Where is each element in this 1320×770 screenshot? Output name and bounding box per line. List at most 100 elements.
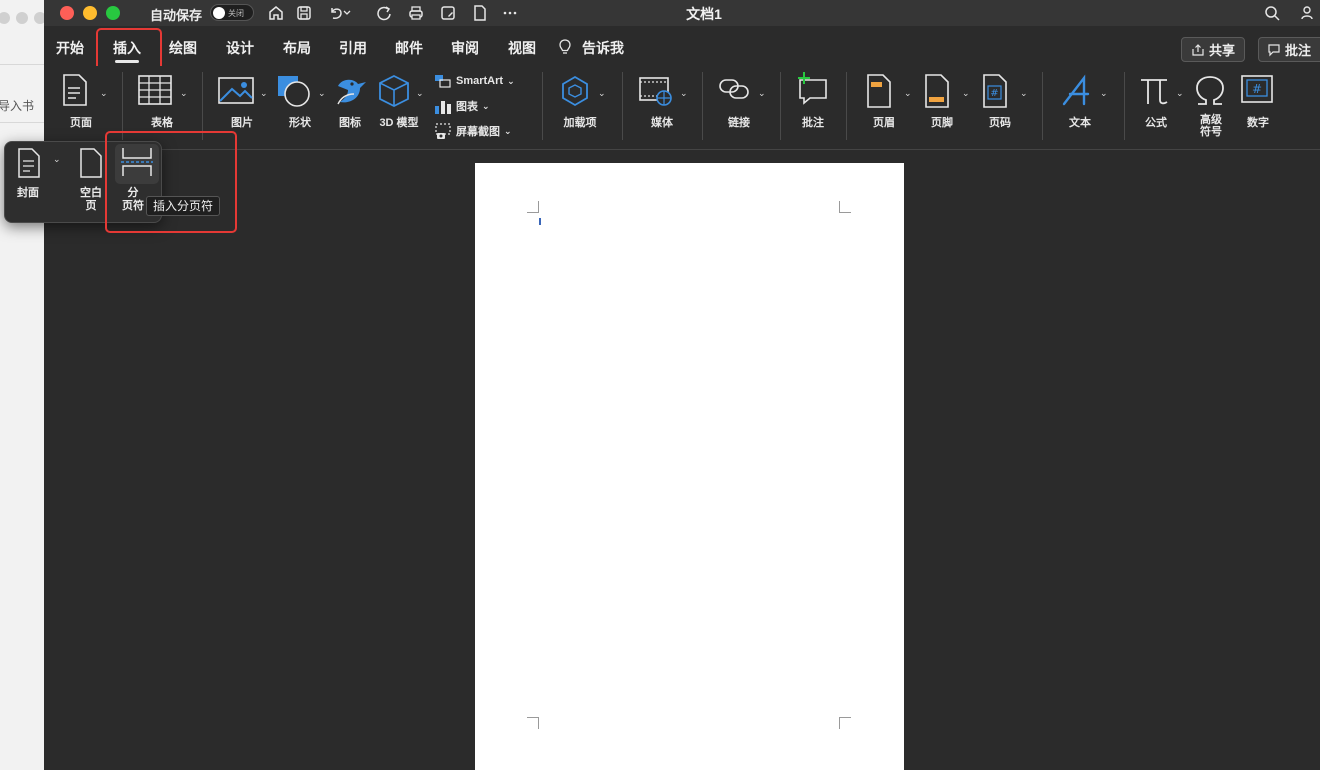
number-button[interactable]: # 数字: [1236, 66, 1280, 150]
advanced-symbol-label: 高级 符号: [1190, 114, 1232, 138]
save-as-icon[interactable]: [438, 3, 458, 23]
tab-draw[interactable]: 绘图: [169, 38, 197, 58]
media-icon: [639, 77, 672, 106]
chevron-down-icon: ⌄: [962, 88, 970, 98]
word-window: 自动保存 关闭 文档1 开始 插入 绘图 设计 布局 引用 邮件 审阅 视图 告…: [44, 0, 1320, 770]
number-icon: #: [1241, 75, 1273, 103]
margin-corner-bottom-left: [527, 717, 539, 729]
blank-page-label: 空白页: [73, 187, 109, 213]
add-comment-icon: [798, 72, 827, 105]
chart-label: 图表: [456, 101, 478, 113]
screenshot-label: 屏幕截图: [456, 126, 500, 138]
tab-layout[interactable]: 布局: [283, 38, 311, 58]
tab-view[interactable]: 视图: [508, 38, 536, 58]
search-icon[interactable]: [1262, 3, 1282, 23]
footer-label: 页脚: [931, 117, 953, 129]
ribbon-divider: [846, 72, 847, 140]
smartart-label: SmartArt: [456, 75, 504, 87]
more-icon[interactable]: [500, 3, 520, 23]
table-label: 表格: [151, 117, 173, 129]
tab-mailings[interactable]: 邮件: [395, 38, 423, 58]
print-icon[interactable]: [406, 3, 426, 23]
chevron-down-icon: ⌄: [1020, 88, 1028, 98]
redo-icon[interactable]: [374, 3, 394, 23]
number-label: 数字: [1247, 117, 1269, 129]
shapes-icon: [278, 76, 310, 107]
advanced-symbol-button[interactable]: 高级 符号: [1190, 66, 1232, 150]
advanced-symbol-label-line2: 符号: [1200, 126, 1222, 138]
autosave-toggle[interactable]: 关闭: [210, 4, 254, 21]
icons-button[interactable]: 图标: [332, 66, 372, 150]
blank-page-label-line2: 页: [85, 200, 97, 212]
smartart-button[interactable]: SmartArt ⌄: [434, 74, 515, 88]
ribbon-divider: [780, 72, 781, 140]
chevron-down-icon: ⌄: [1176, 88, 1184, 98]
link-button[interactable]: ⌄ 链接: [714, 66, 772, 150]
undo-dropdown-chevron-down-icon[interactable]: [342, 3, 352, 23]
new-document-icon[interactable]: [470, 3, 490, 23]
media-button[interactable]: ⌄ 媒体: [634, 66, 692, 150]
ribbon-divider: [542, 72, 543, 140]
margin-corner-top-right: [839, 201, 851, 213]
document-title: 文档1: [686, 6, 722, 22]
autosave-label: 自动保存: [150, 8, 203, 23]
toggle-knob: [213, 7, 225, 19]
ribbon-tabs: 开始 插入 绘图 设计 布局 引用 邮件 审阅 视图 告诉我 共享 批注: [44, 26, 1320, 66]
share-button[interactable]: 共享: [1181, 37, 1245, 62]
document-page[interactable]: [475, 163, 904, 770]
chevron-down-icon: ⌄: [1100, 88, 1108, 98]
add-ins-label: 加载项: [563, 117, 597, 129]
add-ins-button[interactable]: ⌄ 加载项: [552, 66, 610, 150]
footer-button[interactable]: ⌄ 页脚: [920, 66, 976, 150]
omega-icon: [1196, 76, 1224, 105]
text-button[interactable]: ⌄ 文本: [1054, 66, 1114, 150]
tab-design[interactable]: 设计: [226, 38, 254, 58]
chevron-down-icon: ⌄: [504, 125, 512, 136]
page-number-button[interactable]: # ⌄ 页码: [978, 66, 1034, 150]
text-label: 文本: [1069, 117, 1091, 129]
tab-references[interactable]: 引用: [339, 38, 367, 58]
cover-page-label: 封面: [17, 187, 39, 199]
tab-home[interactable]: 开始: [56, 38, 84, 58]
smartart-icon: [435, 75, 451, 88]
share-label: 共享: [1208, 43, 1235, 58]
ribbon-divider: [622, 72, 623, 140]
chevron-down-icon: ⌄: [598, 88, 606, 98]
bar-chart-icon: [435, 101, 451, 114]
header-button[interactable]: ⌄ 页眉: [862, 66, 918, 150]
media-label: 媒体: [651, 117, 673, 129]
chevron-down-icon: ⌄: [680, 88, 688, 98]
title-bar: 自动保存 关闭 文档1: [44, 0, 1320, 26]
3d-models-button[interactable]: ⌄ 3D 模型: [374, 66, 428, 150]
screenshot-button[interactable]: 屏幕截图 ⌄: [434, 122, 512, 140]
save-icon[interactable]: [294, 3, 314, 23]
ribbon-divider: [1124, 72, 1125, 140]
add-ins-hexagon-icon: [562, 75, 588, 107]
chevron-down-icon: ⌄: [180, 88, 188, 98]
footer-icon: [925, 74, 949, 108]
close-window-button[interactable]: [60, 6, 74, 20]
chevron-down-icon: ⌄: [482, 100, 490, 111]
tell-me-search[interactable]: 告诉我: [582, 38, 624, 58]
page-number-label: 页码: [989, 117, 1011, 129]
cover-page-button[interactable]: ⌄ 封面: [9, 142, 71, 224]
comments-button[interactable]: 批注: [1258, 37, 1320, 62]
background-window-label: 导入书: [0, 99, 35, 113]
ribbon-divider: [202, 72, 203, 140]
minimize-window-button[interactable]: [83, 6, 97, 20]
icons-label: 图标: [339, 117, 361, 129]
new-comment-button[interactable]: 批注: [790, 66, 836, 150]
background-divider: [0, 64, 44, 65]
account-icon[interactable]: [1298, 3, 1318, 23]
zoom-window-button[interactable]: [106, 6, 120, 20]
share-icon: [1192, 43, 1204, 56]
shapes-button[interactable]: ⌄ 形状: [274, 66, 328, 150]
tab-review[interactable]: 审阅: [451, 38, 479, 58]
header-label: 页眉: [873, 117, 895, 129]
chevron-down-icon: ⌄: [904, 88, 912, 98]
3d-models-label: 3D 模型: [379, 117, 419, 129]
equation-button[interactable]: ⌄ 公式: [1136, 66, 1188, 150]
ribbon-divider: [1042, 72, 1043, 140]
home-icon[interactable]: [266, 3, 286, 23]
chart-button[interactable]: 图表 ⌄: [434, 98, 490, 114]
